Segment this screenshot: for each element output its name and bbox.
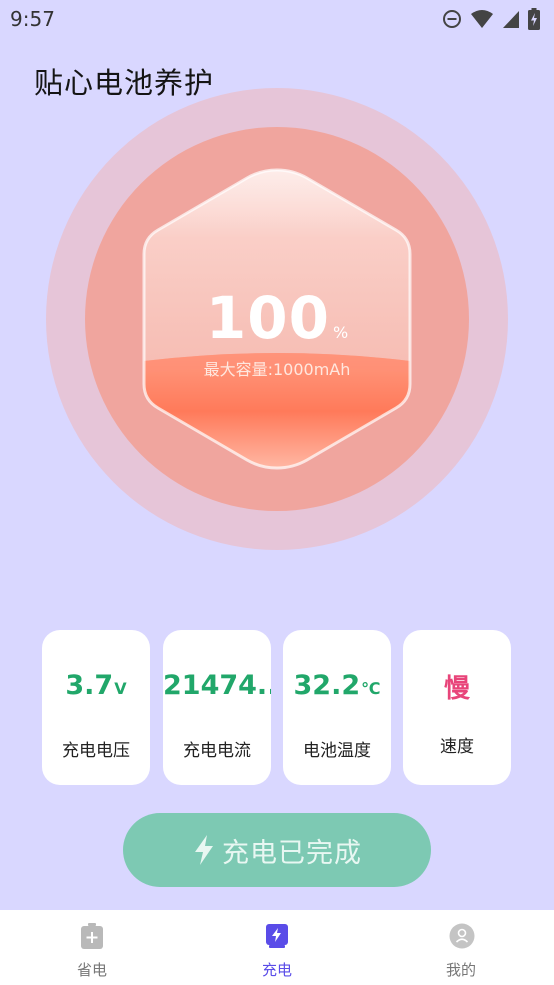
nav-label-charge: 充电 [261,961,292,979]
stat-label-current: 充电电流 [183,741,251,761]
nav-item-profile[interactable]: 我的 [369,910,553,985]
stat-card-speed: 慢 速度 [403,630,511,785]
battery-percent-unit: % [332,323,349,342]
charge-complete-button[interactable]: 充电已完成 [123,813,431,887]
stat-card-current: 21474... 充电电流 [163,630,271,785]
battery-gauge: 100% 最大容量:1000mAh [46,88,508,550]
do-not-disturb-icon [443,10,461,28]
stat-card-voltage: 3.7V 充电电压 [42,630,150,785]
stat-value-speed: 慢 [443,674,470,704]
status-time: 9:57 [10,7,55,31]
status-icons [442,8,540,30]
nav-item-charge[interactable]: 充电 [185,910,369,985]
stat-unit-temperature: ℃ [361,679,381,698]
stat-value-temperature: 32.2℃ [293,670,381,701]
stat-label-voltage: 充电电压 [62,741,130,761]
wifi-icon [471,10,493,28]
stat-value-voltage: 3.7V [65,670,127,701]
battery-capacity: 最大容量:1000mAh [203,360,351,379]
battery-percent-value: 100 [205,284,330,352]
bottom-nav: 省电 充电 我的 [0,910,554,985]
signal-icon [503,11,519,28]
stat-label-speed: 速度 [440,737,474,757]
battery-percent: 100% [46,284,508,352]
stat-unit-voltage: V [114,679,127,698]
stat-label-temperature: 电池温度 [303,741,371,761]
nav-item-save-power[interactable]: 省电 [0,910,184,985]
stat-card-temperature: 32.2℃ 电池温度 [283,630,391,785]
stats-cards: 3.7V 充电电压 21474... 充电电流 32.2℃ 电池温度 慢 速度 [42,630,512,785]
profile-icon [449,923,475,949]
lightning-icon [195,835,213,865]
stat-value-current: 21474... [163,670,271,701]
nav-label-save-power: 省电 [76,961,107,979]
battery-charging-icon [528,8,540,30]
status-bar: 9:57 [0,0,554,38]
charge-button-label: 充电已完成 [222,837,362,869]
nav-label-profile: 我的 [445,961,476,979]
battery-plus-icon [81,923,103,949]
charging-battery-icon [266,924,288,948]
